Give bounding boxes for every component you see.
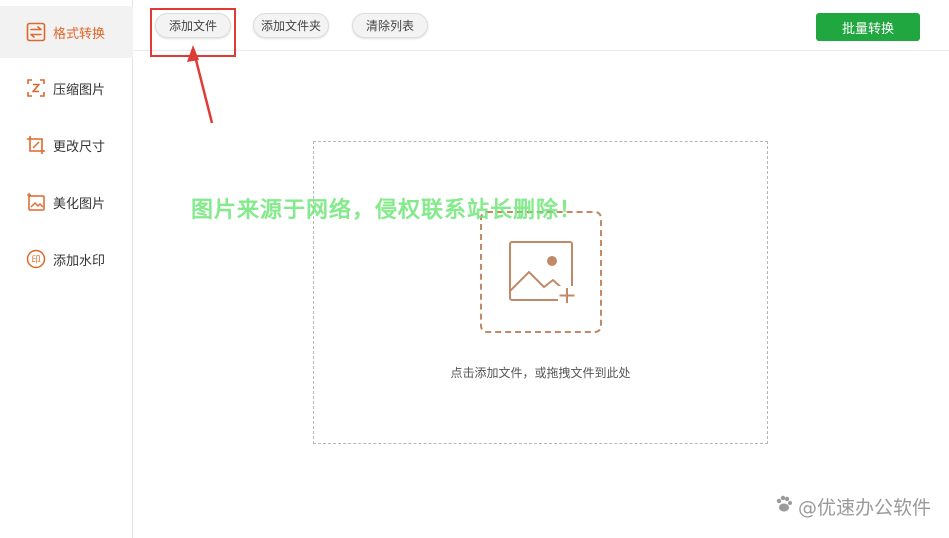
brand-text: @优速办公软件 (797, 497, 931, 519)
sidebar-item-label: 更改尺寸 (53, 139, 106, 155)
sidebar-item-resize[interactable]: 更改尺寸 (0, 119, 133, 171)
sidebar-item-label: 美化图片 (53, 196, 106, 212)
swap-arrows-icon (25, 21, 47, 43)
compress-icon (25, 77, 47, 99)
sidebar-item-label: 添加水印 (53, 253, 106, 269)
beautify-image-icon (25, 191, 47, 213)
paw-icon (774, 494, 794, 519)
sidebar-item-beautify[interactable]: 美化图片 (0, 176, 133, 228)
batch-convert-button[interactable]: 批量转换 (816, 13, 920, 41)
drop-hint-text: 点击添加文件，或拖拽文件到此处 (450, 366, 631, 380)
brand-watermark: @优速办公软件 (774, 493, 931, 520)
highlight-box (150, 8, 236, 57)
svg-text:印: 印 (31, 254, 40, 266)
sidebar-item-format-convert[interactable]: 格式转换 (0, 6, 133, 58)
image-add-icon (480, 211, 602, 333)
resize-crop-icon (25, 134, 47, 156)
sidebar-item-label: 格式转换 (53, 26, 106, 42)
stamp-seal-icon: 印 (25, 248, 47, 270)
watermark-text: 图片来源于网络，侵权联系站长删除！ (191, 198, 583, 223)
sidebar-item-label: 压缩图片 (53, 82, 106, 98)
clear-list-button[interactable]: 清除列表 (352, 13, 428, 38)
toolbar: 添加文件 添加文件夹 清除列表 批量转换 (133, 0, 949, 51)
sidebar-item-compress[interactable]: 压缩图片 (0, 62, 133, 114)
file-drop-zone[interactable]: 点击添加文件，或拖拽文件到此处 (313, 141, 768, 444)
sidebar-item-watermark[interactable]: 印 添加水印 (0, 233, 133, 285)
sidebar: 格式转换 压缩图片 更改尺寸 美化图片 印 添加水印 (0, 0, 133, 538)
add-folder-button[interactable]: 添加文件夹 (253, 13, 329, 38)
